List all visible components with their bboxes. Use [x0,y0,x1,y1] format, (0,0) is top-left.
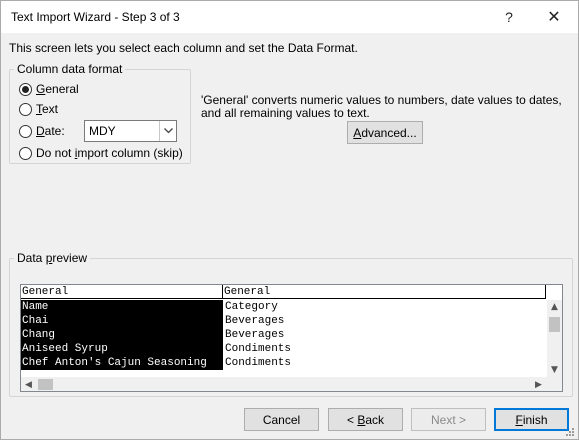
column-data-format-legend: Column data format [14,62,126,76]
next-button[interactable]: Next > [411,408,486,431]
date-format-value: MDY [89,124,116,138]
vertical-scrollbar[interactable]: ▲ ▼ [547,300,562,377]
radio-text[interactable]: Text [19,101,58,117]
preview-cell-col2[interactable]: Beverages [224,328,546,342]
radio-general[interactable]: General [19,81,79,97]
scroll-down-icon[interactable]: ▼ [547,363,562,377]
horizontal-scroll-thumb[interactable] [38,379,53,390]
scroll-left-icon[interactable]: ◀ [21,377,36,391]
column-format-header-row: General General [21,285,546,299]
resize-grip-icon[interactable] [564,426,576,438]
column-format-header-1[interactable]: General [21,285,223,299]
table-row: Chef Anton's Cajun Seasoning Condiments [21,356,546,370]
window-title: Text Import Wizard - Step 3 of 3 [11,10,180,24]
preview-cell-col2[interactable]: Condiments [224,342,546,356]
preview-cell-col1[interactable]: Chai [21,314,223,328]
column-format-header-2[interactable]: General [223,285,546,299]
scrollbar-corner [547,377,562,391]
scroll-up-icon[interactable]: ▲ [547,300,562,314]
help-icon: ? [505,9,513,25]
preview-cell-col2[interactable]: Category [224,300,546,314]
vertical-scroll-thumb[interactable] [549,317,560,332]
column-data-format-group: Column data format General Text Date: MD… [9,62,191,164]
finish-button-label: Finish [515,412,548,427]
back-button-label: < Back [346,412,385,427]
cancel-button[interactable]: Cancel [244,408,319,431]
radio-text-label: Text [36,102,59,116]
scroll-right-icon[interactable]: ▶ [531,377,546,391]
radio-skip-indicator[interactable] [19,146,32,160]
text-import-wizard-dialog: Text Import Wizard - Step 3 of 3 ? ✕ Thi… [0,0,579,440]
format-description: 'General' converts numeric values to num… [201,93,562,120]
advanced-button-label: Advanced... [353,125,417,140]
back-button[interactable]: < Back [328,408,403,431]
radio-general-label: General [36,82,79,96]
table-row: Chang Beverages [21,328,546,342]
radio-date[interactable]: Date: MDY [19,120,184,142]
data-preview-legend: Data preview [14,251,91,265]
chevron-down-icon[interactable] [159,121,176,141]
table-row: Name Category [21,300,546,314]
radio-general-indicator[interactable] [19,82,32,96]
data-preview-grid[interactable]: General General Name Category Chai Bever… [20,284,563,392]
preview-rows: Name Category Chai Beverages Chang Bever… [21,300,546,370]
help-button[interactable]: ? [487,1,531,33]
preview-cell-col1[interactable]: Aniseed Syrup [21,342,223,356]
preview-cell-col2[interactable]: Condiments [224,356,546,370]
close-button[interactable]: ✕ [532,1,576,33]
close-icon: ✕ [547,9,561,26]
preview-cell-col1[interactable]: Name [21,300,223,314]
advanced-button[interactable]: Advanced... [347,121,423,144]
radio-skip-label: Do not import column (skip) [36,146,183,160]
finish-button[interactable]: Finish [494,408,569,431]
radio-skip[interactable]: Do not import column (skip) [19,145,183,161]
title-bar: Text Import Wizard - Step 3 of 3 ? ✕ [1,1,578,33]
preview-cell-col1[interactable]: Chang [21,328,223,342]
horizontal-scrollbar[interactable]: ◀ ▶ [21,377,547,391]
data-preview-group: Data preview General General Name Catego… [9,251,573,397]
radio-date-indicator[interactable] [19,124,32,138]
table-row: Chai Beverages [21,314,546,328]
date-format-select[interactable]: MDY [84,120,177,142]
preview-cell-col1[interactable]: Chef Anton's Cajun Seasoning [21,356,223,370]
preview-cell-col2[interactable]: Beverages [224,314,546,328]
radio-text-indicator[interactable] [19,102,32,116]
radio-date-label: Date: [36,124,65,138]
intro-text: This screen lets you select each column … [9,41,358,55]
table-row: Aniseed Syrup Condiments [21,342,546,356]
